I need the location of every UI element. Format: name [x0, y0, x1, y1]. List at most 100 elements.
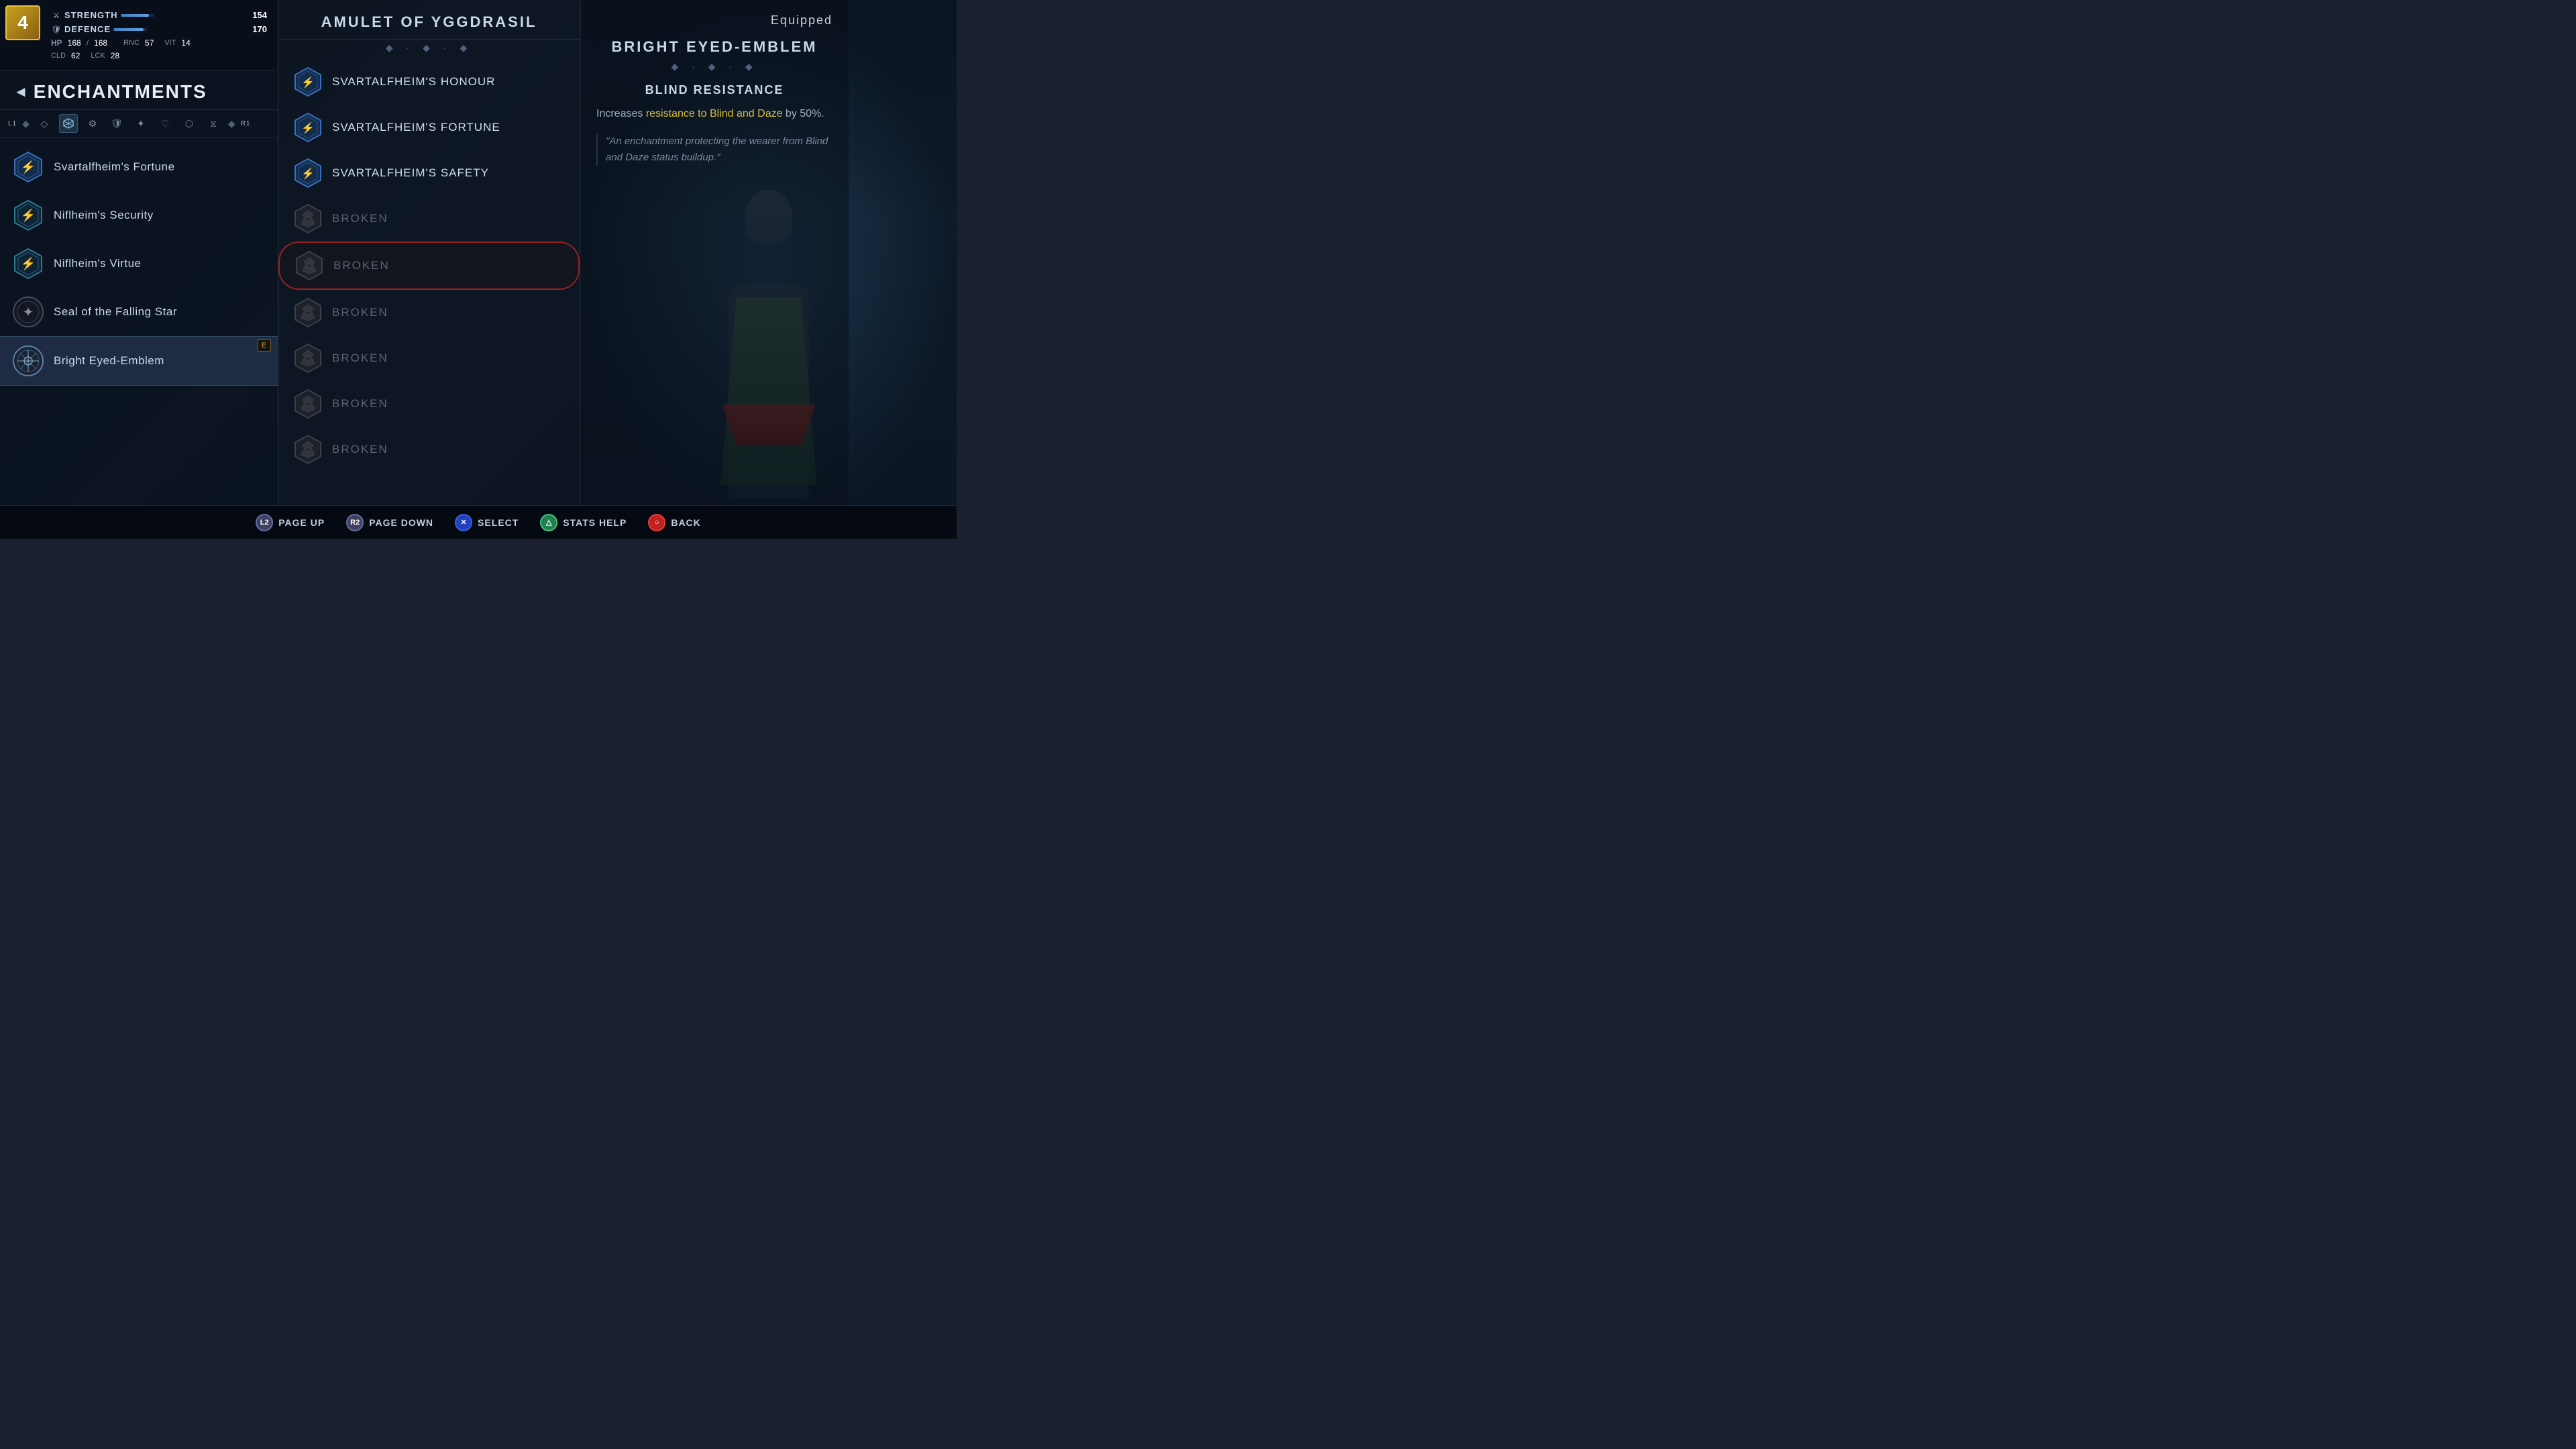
- slot-name-7: BROKEN: [332, 352, 388, 365]
- tab-icon-3[interactable]: ⚙: [83, 114, 102, 133]
- middle-panel: AMULET OF YGGDRASIL ◆ · ◆ · ◆ ⚡ SVARTALF…: [278, 0, 580, 539]
- r2-button[interactable]: R2: [346, 514, 364, 531]
- ability-desc-prefix: Increases: [596, 108, 646, 119]
- amulet-slot[interactable]: BROKEN: [278, 241, 580, 290]
- slot-name-4: BROKEN: [332, 212, 388, 225]
- slot-icon-4: [292, 203, 324, 235]
- defence-icon: 🛡: [51, 25, 62, 34]
- tab-icon-diamond[interactable]: ◇: [35, 114, 54, 133]
- svg-text:⚡: ⚡: [301, 167, 315, 180]
- slot-name-2: SVARTALFHEIM'S FORTUNE: [332, 121, 500, 134]
- list-item[interactable]: ⚡ Svartalfheim's Fortune: [0, 143, 278, 191]
- slot-icon-5: [293, 250, 325, 282]
- tab-r1: R1: [241, 120, 251, 127]
- amulet-slot[interactable]: BROKEN: [278, 335, 580, 381]
- tab-icon-7[interactable]: ⬡: [180, 114, 199, 133]
- page-down-label: PAGE DOWN: [369, 517, 433, 528]
- svg-text:⚡: ⚡: [301, 76, 315, 89]
- enchantment-name-4: Seal of the Falling Star: [54, 305, 177, 319]
- slot-name-1: SVARTALFHEIM'S HONOUR: [332, 75, 495, 89]
- enchantment-name-1: Svartalfheim's Fortune: [54, 160, 175, 174]
- item-name: BRIGHT EYED-EMBLEM: [596, 38, 833, 56]
- list-item[interactable]: ⚡ Niflheim's Security: [0, 191, 278, 239]
- l2-button[interactable]: L2: [256, 514, 273, 531]
- enchantment-name-5: Bright Eyed-Emblem: [54, 354, 164, 368]
- back-label: BACK: [671, 517, 700, 528]
- list-item[interactable]: ⚡ Niflheim's Virtue: [0, 239, 278, 288]
- enchantments-title: ENCHANTMENTS: [34, 81, 207, 103]
- action-stats-help: △ STATS HELP: [540, 514, 627, 531]
- amulet-slot[interactable]: ⚡ SVARTALFHEIM'S HONOUR: [278, 59, 580, 105]
- tab-bar: L1 ◆ ◇ ⚙ 🛡 ✦ ♡ ⬡ ⧖ ◆ R1: [0, 109, 278, 138]
- tab-icon-active[interactable]: [59, 114, 78, 133]
- equipped-label: Equipped: [596, 13, 833, 28]
- svg-text:⚡: ⚡: [21, 208, 36, 223]
- stats-help-label: STATS HELP: [563, 517, 627, 528]
- tab-diamond-left: ◆: [22, 118, 30, 129]
- strength-bar: [121, 14, 154, 17]
- tab-icon-4[interactable]: 🛡: [107, 114, 126, 133]
- triangle-button[interactable]: △: [540, 514, 557, 531]
- strength-row: ⚔ STRENGTH 154: [51, 8, 267, 22]
- enchantments-arrow: ◄: [13, 83, 28, 101]
- right-panel: Equipped BRIGHT EYED-EMBLEM ◆ · ◆ · ◆ BL…: [580, 0, 849, 539]
- slot-name-8: BROKEN: [332, 397, 388, 411]
- list-item[interactable]: Bright Eyed-Emblem E: [0, 336, 278, 386]
- l2-label: L2: [260, 519, 269, 527]
- hp-max: 168: [94, 38, 107, 48]
- amulet-slot[interactable]: BROKEN: [278, 196, 580, 241]
- bottom-bar: L2 PAGE UP R2 PAGE DOWN ✕ SELECT △ STATS…: [0, 505, 957, 539]
- select-label: SELECT: [478, 517, 519, 528]
- svg-text:⚡: ⚡: [21, 256, 36, 271]
- triangle-icon: △: [546, 518, 551, 527]
- svg-text:⚡: ⚡: [301, 121, 315, 134]
- action-select: ✕ SELECT: [455, 514, 519, 531]
- amulet-slot[interactable]: ⚡ SVARTALFHEIM'S FORTUNE: [278, 105, 580, 150]
- enchantment-icon-4: ✦: [11, 294, 46, 329]
- enchantment-icon-5: [11, 343, 46, 378]
- amulet-slot[interactable]: BROKEN: [278, 381, 580, 427]
- rnc-label: RNC: [123, 39, 140, 47]
- svg-text:✦: ✦: [23, 305, 34, 320]
- slot-icon-9: [292, 433, 324, 466]
- enchantment-icon-2: ⚡: [11, 198, 46, 233]
- slot-name-5: BROKEN: [333, 259, 390, 272]
- amulet-slot[interactable]: BROKEN: [278, 427, 580, 472]
- defence-bar-fill: [113, 28, 144, 31]
- cld-label: CLD: [51, 52, 66, 60]
- x-button[interactable]: ✕: [455, 514, 472, 531]
- amulet-slot[interactable]: ⚡ SVARTALFHEIM'S SAFETY: [278, 150, 580, 196]
- stats-bar: 4 ⚔ STRENGTH 154 🛡 DEFENCE 170 HP 168 / …: [0, 0, 278, 70]
- vit-label: VIT: [164, 39, 176, 47]
- hp-slash: /: [87, 38, 89, 48]
- hp-label: HP: [51, 38, 62, 48]
- player-level: 4: [5, 5, 40, 40]
- r2-label: R2: [350, 519, 360, 527]
- enchantment-list: ⚡ Svartalfheim's Fortune ⚡ Niflheim's Se…: [0, 138, 278, 391]
- action-page-up: L2 PAGE UP: [256, 514, 325, 531]
- defence-value: 170: [247, 24, 267, 34]
- enchantments-header: ◄ ENCHANTMENTS: [0, 70, 278, 109]
- slot-icon-3: ⚡: [292, 157, 324, 189]
- strength-bar-fill: [121, 14, 150, 17]
- page-up-label: PAGE UP: [278, 517, 325, 528]
- ability-desc-highlight: resistance to Blind and Daze: [646, 108, 783, 119]
- circle-icon: ○: [655, 519, 659, 527]
- tab-l1: L1: [8, 120, 17, 127]
- slot-icon-2: ⚡: [292, 111, 324, 144]
- ability-description: Increases resistance to Blind and Daze b…: [596, 105, 833, 123]
- list-item[interactable]: ✦ Seal of the Falling Star: [0, 288, 278, 336]
- slot-icon-7: [292, 342, 324, 374]
- enchantment-name-2: Niflheim's Security: [54, 209, 154, 222]
- lck-label: LCK: [91, 52, 105, 60]
- tab-icon-6[interactable]: ♡: [156, 114, 174, 133]
- left-panel: 4 ⚔ STRENGTH 154 🛡 DEFENCE 170 HP 168 / …: [0, 0, 278, 539]
- circle-button[interactable]: ○: [648, 514, 665, 531]
- defence-bar: [113, 28, 147, 31]
- amulet-slot-list: ⚡ SVARTALFHEIM'S HONOUR ⚡ SVARTALFHEIM'S…: [278, 56, 580, 475]
- tab-icon-5[interactable]: ✦: [131, 114, 150, 133]
- slot-name-6: BROKEN: [332, 306, 388, 319]
- tab-icon-8[interactable]: ⧖: [204, 114, 223, 133]
- amulet-divider: ◆ · ◆ · ◆: [278, 40, 580, 56]
- amulet-slot[interactable]: BROKEN: [278, 290, 580, 335]
